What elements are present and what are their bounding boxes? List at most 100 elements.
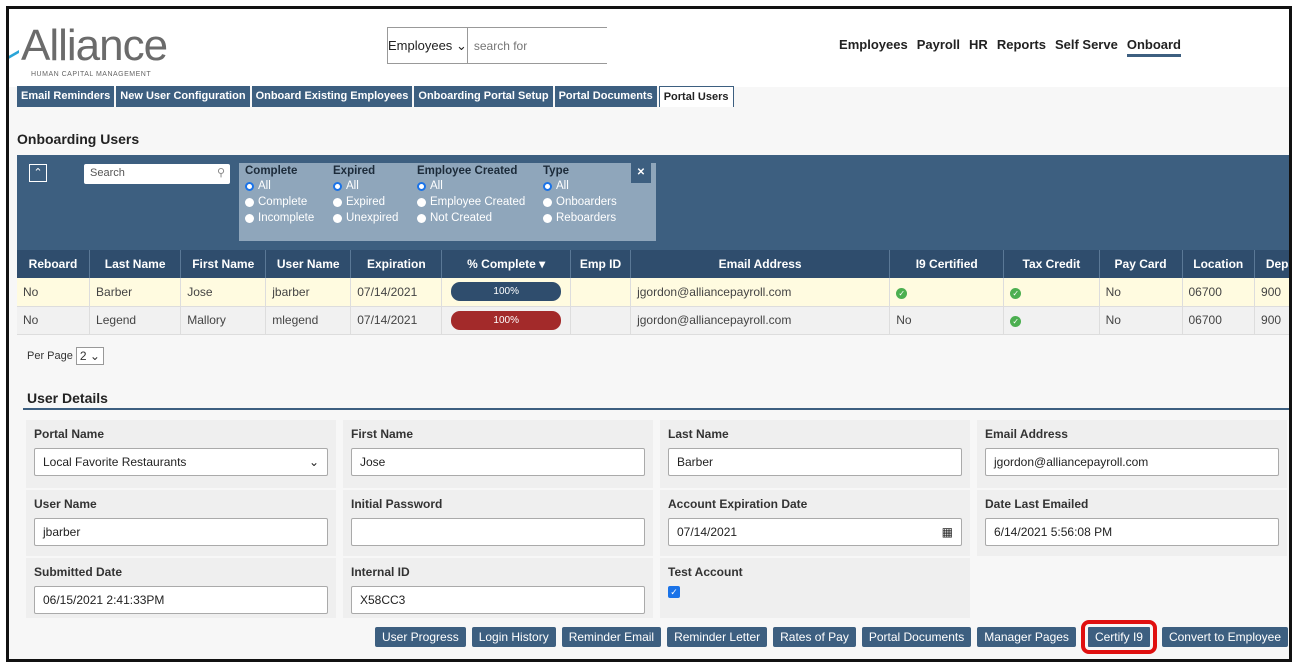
tab-portal-users[interactable]: Portal Users: [658, 86, 734, 107]
field-input[interactable]: 6/14/2021 5:56:08 PM: [985, 518, 1279, 546]
radio-button[interactable]: [417, 197, 426, 207]
tab-email-reminders[interactable]: Email Reminders: [17, 86, 115, 107]
nav-reports[interactable]: Reports: [997, 37, 1046, 57]
radio-button[interactable]: [245, 197, 254, 207]
field-input[interactable]: X58CC3: [351, 586, 645, 614]
field-input[interactable]: Barber: [668, 448, 962, 476]
radio-button[interactable]: [245, 181, 254, 191]
field-label: Account Expiration Date: [668, 497, 808, 511]
filter-option[interactable]: All: [245, 178, 314, 194]
filter-group-title: Employee Created: [417, 165, 518, 177]
nav-employees[interactable]: Employees: [839, 37, 908, 57]
cell-tax: ✓: [1003, 306, 1100, 335]
filter-option[interactable]: All: [417, 178, 525, 194]
login-history-button[interactable]: Login History: [471, 627, 556, 647]
portal-documents-button[interactable]: Portal Documents: [861, 627, 972, 647]
cell-i9: ✓: [889, 278, 1005, 307]
radio-button[interactable]: [333, 181, 342, 191]
radio-button[interactable]: [543, 213, 552, 223]
column-header[interactable]: % Complete ▾: [441, 250, 571, 278]
filter-option[interactable]: All: [543, 178, 617, 194]
column-header[interactable]: I9 Certified: [889, 250, 1005, 278]
table-row[interactable]: No Barber Jose jbarber 07/14/2021 100% jgordon…: [17, 278, 1289, 307]
radio-button[interactable]: [417, 213, 426, 223]
column-header[interactable]: Reboard: [17, 250, 91, 278]
reminder-email-button[interactable]: Reminder Email: [561, 627, 662, 647]
column-header[interactable]: Expiration: [350, 250, 443, 278]
convert-to-employee-button[interactable]: Convert to Employee: [1161, 627, 1289, 647]
header-search: Employees ⌄: [387, 27, 629, 64]
rates-of-pay-button[interactable]: Rates of Pay: [773, 627, 856, 647]
filter-option[interactable]: Incomplete: [245, 210, 314, 226]
field-input[interactable]: Jose: [351, 448, 645, 476]
filter-option-label: All: [258, 180, 271, 192]
filter-option[interactable]: Complete: [245, 194, 314, 210]
field-value: jbarber: [43, 525, 81, 539]
filter-option[interactable]: All: [333, 178, 398, 194]
radio-button[interactable]: [543, 181, 552, 191]
radio-button[interactable]: [543, 197, 552, 207]
nav-self-serve[interactable]: Self Serve: [1055, 37, 1118, 57]
cell-email: jgordon@alliancepayroll.com: [630, 278, 891, 307]
column-header[interactable]: Depa: [1254, 250, 1289, 278]
filter-option[interactable]: Expired: [333, 194, 398, 210]
filter-group-title: Type: [543, 165, 569, 177]
radio-button[interactable]: [333, 213, 342, 223]
column-header[interactable]: User Name: [265, 250, 352, 278]
column-header[interactable]: Pay Card: [1099, 250, 1183, 278]
header: Alliance HUMAN CAPITAL MANAGEMENT Employ…: [9, 9, 1289, 87]
nav-payroll[interactable]: Payroll: [917, 37, 960, 57]
field-input[interactable]: jgordon@alliancepayroll.com: [985, 448, 1279, 476]
user-progress-button[interactable]: User Progress: [375, 627, 466, 647]
nav-onboard[interactable]: Onboard: [1126, 37, 1181, 57]
column-header[interactable]: Emp ID: [570, 250, 632, 278]
collapse-icon[interactable]: ⌃: [29, 164, 47, 182]
field-input[interactable]: [351, 518, 645, 546]
column-header[interactable]: Email Address: [630, 250, 891, 278]
cell-last: Legend: [89, 306, 182, 335]
field-test-account: Test Account ✓: [660, 558, 970, 618]
cell-dept: 900: [1254, 306, 1289, 335]
column-header[interactable]: Tax Credit: [1003, 250, 1100, 278]
radio-button[interactable]: [417, 181, 426, 191]
close-icon[interactable]: ✕: [631, 163, 651, 183]
search-scope-select[interactable]: Employees ⌄: [388, 28, 468, 63]
reminder-letter-button[interactable]: Reminder Letter: [667, 627, 768, 647]
filter-option[interactable]: Onboarders: [543, 194, 617, 210]
filter-option-label: Not Created: [430, 212, 493, 224]
table-row[interactable]: No Legend Mallory mlegend 07/14/2021 100% jgor…: [17, 306, 1289, 335]
filter-option[interactable]: Not Created: [417, 210, 525, 226]
field-date-last-emailed: Date Last Emailed 6/14/2021 5:56:08 PM: [977, 490, 1287, 556]
filter-option[interactable]: Employee Created: [417, 194, 525, 210]
field-input[interactable]: jbarber: [34, 518, 328, 546]
field-input[interactable]: 06/15/2021 2:41:33PM: [34, 586, 328, 614]
radio-button[interactable]: [333, 197, 342, 207]
column-header[interactable]: Last Name: [89, 250, 182, 278]
certify-i9-button[interactable]: Certify I9: [1080, 620, 1157, 654]
page-title: Onboarding Users: [17, 131, 140, 147]
filter-option[interactable]: Unexpired: [333, 210, 398, 226]
tab-onboard-existing-employees[interactable]: Onboard Existing Employees: [251, 86, 413, 107]
manager-pages-button[interactable]: Manager Pages: [977, 627, 1076, 647]
field-label: Internal ID: [351, 565, 410, 579]
tab-portal-documents[interactable]: Portal Documents: [554, 86, 657, 107]
divider: [23, 408, 1289, 410]
progress-bar: 100%: [451, 282, 562, 302]
filter-search-input[interactable]: Search ⚲: [84, 164, 230, 184]
field-user-name: User Name jbarber: [26, 490, 336, 556]
header-search-input[interactable]: [467, 28, 629, 63]
nav-hr[interactable]: HR: [969, 37, 988, 57]
field-account-expiration-date: Account Expiration Date 07/14/2021 ▦: [660, 490, 970, 556]
field-submitted-date: Submitted Date 06/15/2021 2:41:33PM: [26, 558, 336, 618]
column-header[interactable]: Location: [1182, 250, 1256, 278]
field-input[interactable]: 07/14/2021 ▦: [668, 518, 962, 546]
radio-button[interactable]: [245, 213, 254, 223]
field-input[interactable]: Local Favorite Restaurants ⌄: [34, 448, 328, 476]
filter-option[interactable]: Reboarders: [543, 210, 617, 226]
column-header[interactable]: First Name: [180, 250, 267, 278]
tab-onboarding-portal-setup[interactable]: Onboarding Portal Setup: [414, 86, 553, 107]
tab-new-user-configuration[interactable]: New User Configuration: [116, 86, 250, 107]
per-page-select[interactable]: 2 ⌄: [75, 347, 104, 365]
test-account-checkbox[interactable]: ✓: [668, 586, 680, 598]
calendar-icon[interactable]: ▦: [942, 525, 953, 539]
